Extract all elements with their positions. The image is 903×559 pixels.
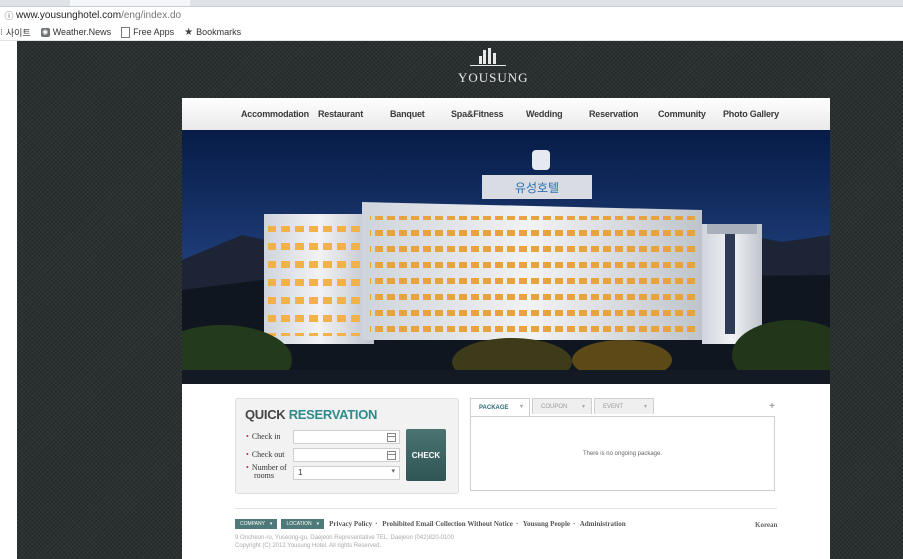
apps-icon: ⁝ [0, 26, 3, 37]
address-bar[interactable]: ⓘ www.yousunghotel.com/eng/index.do [0, 7, 903, 24]
checkout-label: • Check out [246, 450, 285, 459]
bookmark-free-apps[interactable]: Free Apps [121, 26, 174, 38]
nav-spa-fitness[interactable]: Spa&Fitness [451, 109, 504, 119]
chevron-down-icon: ▾ [269, 521, 273, 527]
location-dropdown[interactable]: LOCATION ▾ [281, 519, 325, 529]
administration-link[interactable]: Administration [580, 520, 626, 528]
calendar-icon[interactable] [387, 451, 396, 460]
hotel-logo-mark [458, 48, 518, 70]
nav-reservation[interactable]: Reservation [589, 109, 639, 119]
nav-accommodation[interactable]: Accommodation [241, 109, 309, 119]
tab-coupon[interactable]: COUPON ▾ [532, 398, 592, 414]
checkin-label: • Check in [246, 432, 281, 441]
privacy-policy-link[interactable]: Privacy Policy [329, 520, 372, 528]
language-link-korean[interactable]: Korean [755, 521, 777, 529]
tab-package[interactable]: PACKAGE ▾ [470, 398, 530, 416]
bookmark-weather-news[interactable]: ◉ Weather.News [40, 27, 111, 37]
rooms-label: • Number of rooms [246, 463, 287, 480]
footer-divider [235, 508, 777, 509]
chevron-down-icon: ▾ [519, 404, 523, 410]
company-dropdown[interactable]: COMPANY ▾ [235, 519, 278, 529]
hotel-logo-word: YOUSUNG [458, 70, 529, 85]
checkout-field[interactable] [293, 448, 400, 462]
document-icon [121, 26, 131, 38]
hotel-logo[interactable]: YOUSUNG [458, 48, 529, 86]
chevron-down-icon: ▾ [581, 404, 585, 410]
url-text[interactable]: www.yousunghotel.com/eng/index.do [16, 10, 181, 21]
chevron-down-icon: ▾ [643, 404, 647, 410]
chevron-down-icon: ▾ [391, 468, 395, 475]
package-empty-message: There is no ongoing package. [582, 451, 663, 457]
main-nav: Accommodation Restaurant Banquet Spa&Fit… [182, 98, 830, 131]
browser-tab[interactable] [70, 0, 190, 6]
package-tabs: PACKAGE ▾ COUPON ▾ EVENT ▾ [470, 398, 656, 416]
quick-reservation-box: QUICK RESERVATION • Check in • Check out •… [235, 398, 459, 494]
yousung-people-link[interactable]: Yousung People [523, 520, 570, 528]
browser-tab-strip [0, 0, 903, 7]
check-button[interactable]: CHECK [406, 429, 446, 481]
package-box: PACKAGE ▾ COUPON ▾ EVENT ▾ + There is no on… [470, 398, 775, 492]
chevron-down-icon: ▾ [316, 521, 320, 527]
footer-address: 9 Oncheon-ro, Yuseong-gu, Daejeon Repres… [235, 535, 454, 549]
bookmark-bookmarks[interactable]: ★ Bookmarks [184, 27, 241, 38]
calendar-icon[interactable] [387, 433, 396, 442]
email-policy-link[interactable]: Prohibited Email Collection Without Noti… [382, 520, 513, 528]
more-plus-icon[interactable]: + [769, 401, 775, 412]
tab-event[interactable]: EVENT ▾ [594, 398, 654, 414]
weather-icon: ◉ [40, 27, 50, 37]
package-content: There is no ongoing package. [470, 416, 775, 491]
nav-banquet[interactable]: Banquet [390, 109, 425, 119]
checkin-field[interactable] [293, 430, 400, 444]
rooms-select[interactable]: 1 ▾ [293, 466, 400, 480]
nav-community[interactable]: Community [658, 109, 706, 119]
svg-text:유성호텔: 유성호텔 [515, 181, 559, 195]
info-icon[interactable]: ⓘ [2, 9, 16, 23]
star-icon: ★ [184, 26, 194, 38]
content-panel: Accommodation Restaurant Banquet Spa&Fit… [182, 98, 830, 559]
nav-restaurant[interactable]: Restaurant [318, 109, 363, 119]
nav-wedding[interactable]: Wedding [526, 109, 563, 119]
quick-reservation-title: QUICK RESERVATION [245, 407, 378, 422]
bookmark-apps[interactable]: ⁝ 사이트 [0, 26, 31, 39]
footer-links: COMPANY ▾ LOCATION ▾ Privacy Policy · Prohi… [235, 519, 629, 529]
nav-photo-gallery[interactable]: Photo Gallery [723, 109, 779, 119]
hero-hotel-image: 유성호텔 [182, 130, 830, 384]
bookmarks-bar: ⁝ 사이트 ◉ Weather.News Free Apps ★ Bookmar… [0, 24, 903, 41]
